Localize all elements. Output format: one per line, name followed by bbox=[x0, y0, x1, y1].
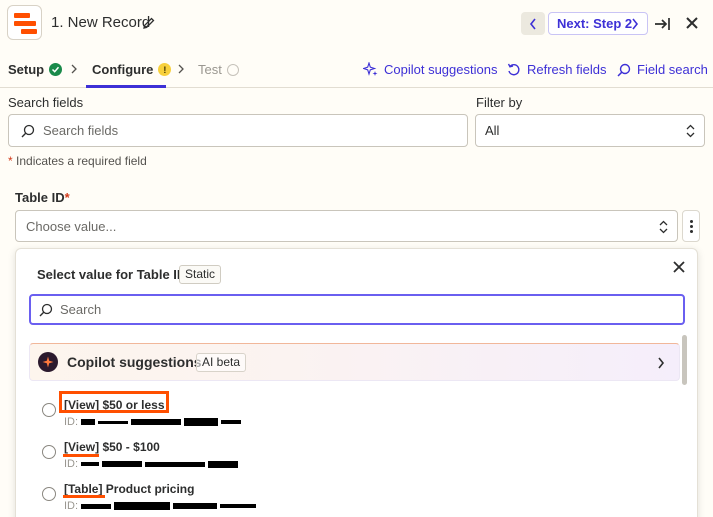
value-search-input[interactable]: Search bbox=[29, 294, 685, 325]
tab-setup[interactable]: Setup bbox=[8, 62, 63, 77]
redacted-id bbox=[208, 460, 239, 468]
sparkle-icon bbox=[363, 62, 378, 76]
value-picker-panel: Select value for Table ID Static Search … bbox=[15, 248, 698, 517]
table-id-label-text: Table ID bbox=[15, 190, 65, 205]
redacted-id bbox=[131, 419, 182, 425]
radio-button[interactable] bbox=[42, 445, 56, 459]
tab-test[interactable]: Test bbox=[198, 62, 239, 77]
redacted-id bbox=[81, 503, 112, 509]
redacted-id bbox=[221, 420, 242, 424]
chevron-right-icon bbox=[178, 64, 184, 74]
option-id-prefix: ID: bbox=[64, 458, 79, 470]
chevron-up-down-icon bbox=[686, 124, 695, 138]
filter-by-value: All bbox=[485, 123, 500, 138]
redacted-id bbox=[145, 461, 206, 467]
redacted-id bbox=[81, 419, 96, 425]
table-id-placeholder: Choose value... bbox=[26, 218, 117, 234]
option-id-prefix: ID: bbox=[64, 500, 79, 512]
chevron-left-icon bbox=[529, 18, 536, 29]
panel-title: Select value for Table ID bbox=[37, 267, 187, 282]
app-logo bbox=[7, 5, 42, 40]
redacted-id bbox=[220, 504, 257, 508]
close-icon[interactable] bbox=[685, 16, 699, 30]
table-id-label: Table ID* bbox=[15, 190, 70, 205]
scrollbar[interactable] bbox=[682, 335, 687, 385]
list-item[interactable]: [Table] Product pricing ID: bbox=[42, 481, 662, 517]
copilot-suggestions-link[interactable]: Copilot suggestions bbox=[363, 62, 497, 77]
collapse-panel-icon[interactable] bbox=[654, 15, 672, 33]
search-fields-input[interactable]: Search fields bbox=[8, 114, 468, 147]
more-options-icon[interactable] bbox=[682, 210, 700, 242]
redacted-id bbox=[173, 503, 218, 509]
copilot-suggestions-row[interactable]: Copilot suggestions AI beta bbox=[29, 343, 680, 381]
option-id: ID: bbox=[64, 416, 242, 428]
required-field-note: * Indicates a required field bbox=[8, 154, 147, 168]
tab-setup-label: Setup bbox=[8, 62, 45, 77]
active-tab-indicator bbox=[86, 85, 166, 88]
refresh-fields-link[interactable]: Refresh fields bbox=[507, 62, 606, 77]
redacted-id bbox=[102, 461, 143, 467]
radio-button[interactable] bbox=[42, 487, 56, 501]
chevron-up-down-icon bbox=[659, 220, 668, 234]
next-step-label: Next: Step 2 bbox=[557, 16, 633, 31]
redacted-id bbox=[81, 462, 100, 466]
tab-test-label: Test bbox=[198, 62, 222, 77]
tab-configure[interactable]: Configure ! bbox=[92, 62, 172, 77]
redacted-id bbox=[184, 418, 219, 426]
option-id: ID: bbox=[64, 500, 257, 512]
chevron-right-icon bbox=[658, 357, 665, 369]
table-id-select[interactable]: Choose value... bbox=[15, 210, 678, 242]
field-search-link[interactable]: Field search bbox=[617, 62, 708, 77]
next-step-button[interactable]: Next: Step 2 bbox=[548, 12, 648, 35]
option-label: [View] $50 - $100 bbox=[64, 440, 160, 454]
pencil-icon[interactable] bbox=[142, 16, 156, 30]
option-id-prefix: ID: bbox=[64, 416, 79, 428]
warning-icon: ! bbox=[158, 63, 172, 76]
required-field-note-text: Indicates a required field bbox=[16, 154, 147, 168]
tab-configure-label: Configure bbox=[92, 62, 154, 77]
check-circle-icon bbox=[49, 63, 63, 76]
search-icon bbox=[617, 63, 631, 77]
close-icon[interactable] bbox=[673, 261, 685, 273]
static-tag: Static bbox=[179, 265, 222, 284]
filter-by-select[interactable]: All bbox=[475, 114, 705, 147]
list-item[interactable]: [View] $50 - $100 ID: bbox=[42, 439, 662, 481]
highlight-underline bbox=[63, 495, 105, 498]
redacted-id bbox=[114, 502, 171, 510]
option-id: ID: bbox=[64, 458, 239, 470]
value-search-placeholder: Search bbox=[60, 302, 102, 317]
refresh-icon bbox=[507, 63, 520, 75]
redacted-id bbox=[98, 420, 129, 424]
record-title: 1. New Record bbox=[51, 14, 151, 31]
search-icon bbox=[21, 124, 35, 137]
previous-step-button[interactable] bbox=[521, 12, 545, 35]
chevron-right-icon bbox=[71, 64, 77, 74]
highlight-underline bbox=[63, 454, 99, 457]
chevron-right-icon bbox=[632, 18, 639, 30]
refresh-fields-label: Refresh fields bbox=[527, 62, 607, 77]
clock-icon bbox=[226, 63, 239, 76]
radio-button[interactable] bbox=[42, 403, 56, 417]
filter-by-label: Filter by bbox=[476, 95, 523, 110]
copilot-suggestions-row-label: Copilot suggestions bbox=[67, 354, 202, 370]
search-fields-label: Search fields bbox=[8, 95, 84, 110]
ai-beta-badge: AI beta bbox=[196, 353, 247, 372]
field-search-label: Field search bbox=[637, 62, 708, 77]
option-label: [Table] Product pricing bbox=[64, 482, 195, 496]
copilot-logo-icon bbox=[38, 352, 58, 372]
search-icon bbox=[39, 303, 53, 316]
highlight-box bbox=[59, 391, 169, 413]
top-bar: 1. New Record Next: Step 2 bbox=[0, 0, 713, 47]
step-bar: Setup Configure ! Test Copilot suggestio… bbox=[0, 48, 713, 88]
copilot-suggestions-label: Copilot suggestions bbox=[384, 62, 498, 77]
search-fields-placeholder: Search fields bbox=[43, 123, 119, 138]
